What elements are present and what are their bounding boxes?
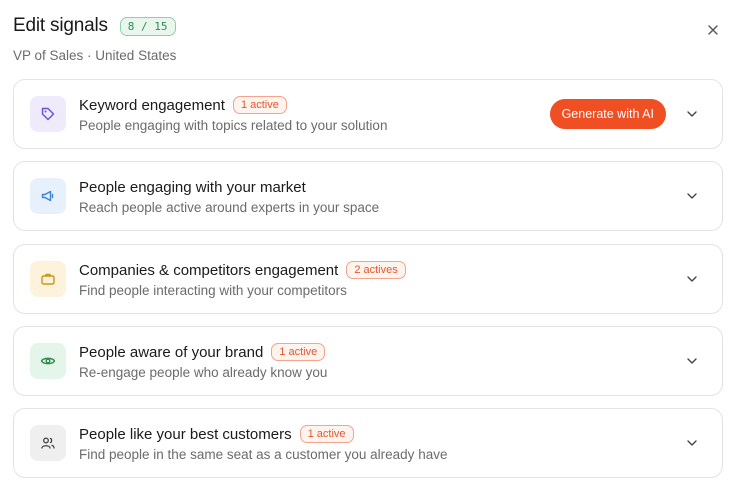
signals-counter-badge: 8 / 15 — [119, 16, 176, 36]
signal-name: People engaging with your market — [79, 178, 306, 196]
briefcase-icon — [41, 273, 55, 285]
page-title: Edit signals — [13, 15, 108, 36]
active-badge: 2 actives — [346, 261, 406, 279]
title-row: Edit signals 8 / 15 — [13, 14, 723, 38]
expand-button[interactable] — [686, 273, 698, 285]
close-button[interactable] — [705, 22, 721, 38]
tag-icon — [41, 107, 55, 121]
signal-name-row: People aware of your brand 1 active — [79, 342, 327, 362]
signal-text: People aware of your brand 1 active Re-e… — [79, 342, 327, 380]
active-badge: 1 active — [232, 96, 287, 114]
signal-name: Keyword engagement — [79, 96, 225, 114]
page-subtitle: VP of Sales · United States — [13, 48, 177, 63]
users-icon — [41, 437, 55, 449]
signal-description: People engaging with topics related to y… — [79, 118, 388, 133]
dialog-header: Edit signals 8 / 15 VP of Sales · United… — [13, 14, 723, 74]
active-badge: 1 active — [299, 425, 354, 443]
signal-card-brand-awareness[interactable]: People aware of your brand 1 active Re-e… — [13, 326, 723, 396]
signal-card-best-customers[interactable]: People like your best customers 1 active… — [13, 408, 723, 478]
briefcase-icon-box — [30, 261, 66, 297]
users-icon-box — [30, 425, 66, 461]
signal-name-row: Keyword engagement 1 active — [79, 95, 387, 115]
signal-text: Companies & competitors engagement 2 act… — [79, 260, 406, 298]
expand-button[interactable] — [686, 355, 698, 367]
chevron-down-icon — [687, 440, 697, 446]
signal-name: People like your best customers — [79, 425, 292, 443]
signal-name-row: People engaging with your market — [79, 177, 379, 197]
eye-icon — [40, 357, 56, 365]
chevron-down-icon — [687, 276, 697, 282]
expand-button[interactable] — [686, 437, 698, 449]
close-icon — [708, 25, 718, 35]
chevron-down-icon — [687, 193, 697, 199]
expand-button[interactable] — [686, 190, 698, 202]
generate-with-ai-button[interactable]: Generate with AI — [549, 99, 666, 129]
signal-card-competitors-engagement[interactable]: Companies & competitors engagement 2 act… — [13, 244, 723, 314]
signal-text: People engaging with your market Reach p… — [79, 177, 380, 216]
signal-description: Find people interacting with your compet… — [79, 283, 347, 298]
signal-card-market-engagement[interactable]: People engaging with your market Reach p… — [13, 161, 723, 231]
signal-name-row: People like your best customers 1 active — [79, 424, 447, 444]
expand-button[interactable] — [686, 108, 698, 120]
signal-description: Re-engage people who already know you — [79, 365, 328, 380]
signal-name: People aware of your brand — [79, 343, 264, 361]
signal-text: People like your best customers 1 active… — [79, 424, 447, 462]
signal-card-keyword-engagement[interactable]: Keyword engagement 1 active People engag… — [13, 79, 723, 149]
signal-name: Companies & competitors engagement — [79, 261, 339, 279]
eye-icon-box — [30, 343, 66, 379]
tag-icon-box — [30, 96, 66, 132]
megaphone-icon-box — [30, 178, 66, 214]
chevron-down-icon — [687, 358, 697, 364]
signal-description: Find people in the same seat as a custom… — [79, 447, 448, 462]
active-badge: 1 active — [271, 343, 326, 361]
signal-name-row: Companies & competitors engagement 2 act… — [79, 260, 406, 280]
megaphone-icon — [41, 190, 54, 202]
chevron-down-icon — [687, 111, 697, 117]
signal-list: Keyword engagement 1 active People engag… — [13, 79, 723, 482]
signal-description: Reach people active around experts in yo… — [79, 200, 380, 215]
signal-text: Keyword engagement 1 active People engag… — [79, 95, 387, 133]
